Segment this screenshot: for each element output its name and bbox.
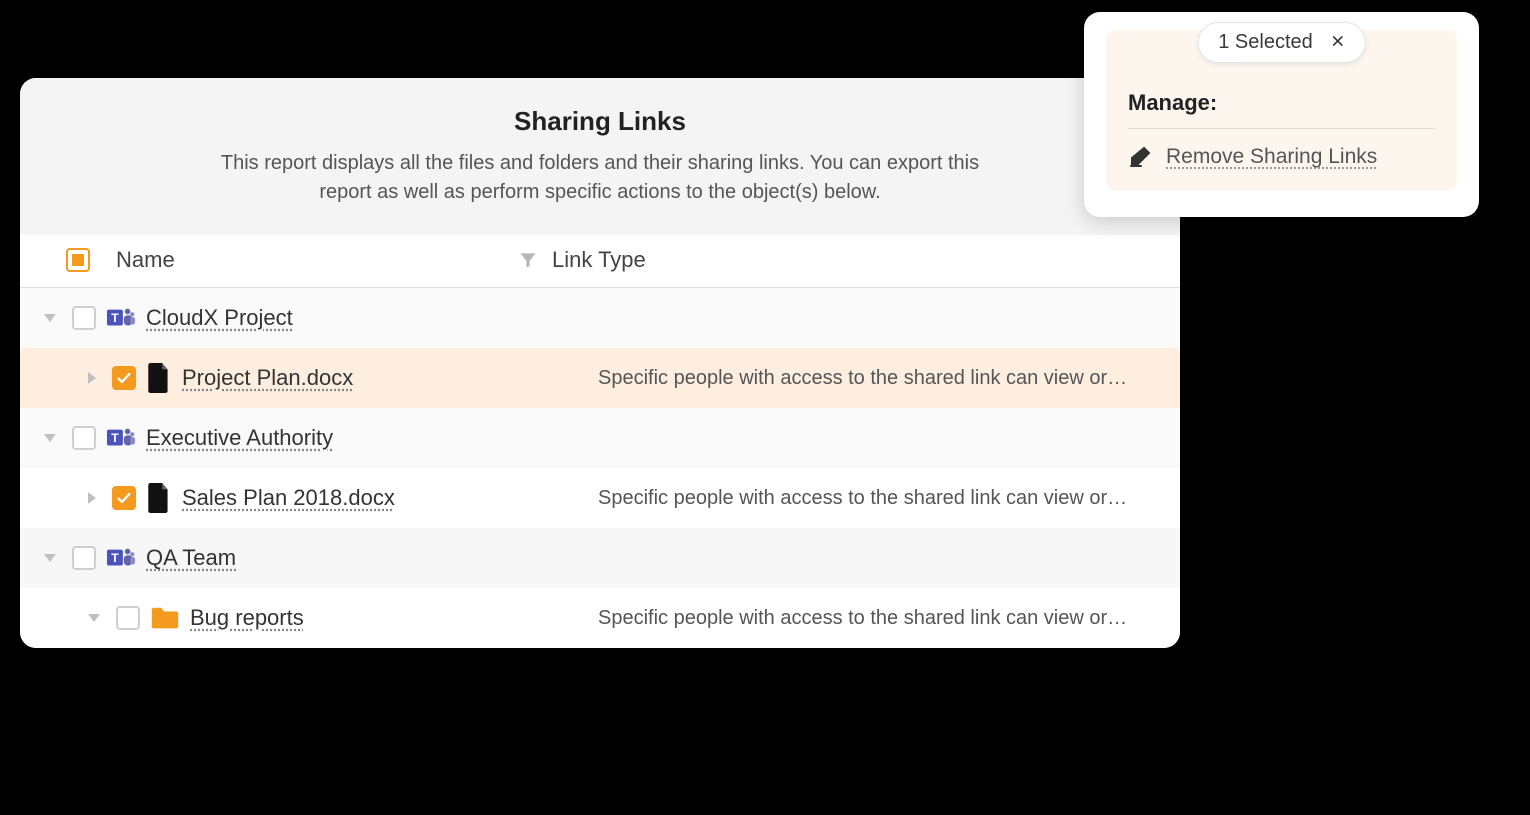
svg-text:T: T: [111, 431, 119, 445]
selection-count: 1 Selected: [1218, 31, 1313, 54]
action-label: Remove Sharing Links: [1166, 145, 1377, 169]
expand-toggle-icon[interactable]: [88, 492, 96, 504]
svg-text:T: T: [111, 551, 119, 565]
item-row-project-plan[interactable]: Project Plan.docx Specific people with a…: [20, 348, 1180, 408]
teams-icon: T: [106, 303, 136, 333]
group-row-cloudx-project[interactable]: T CloudX Project: [20, 288, 1180, 348]
item-name[interactable]: Sales Plan 2018.docx: [182, 485, 395, 511]
action-remove-sharing-links[interactable]: Remove Sharing Links: [1128, 145, 1435, 169]
select-all-checkbox[interactable]: [66, 248, 90, 272]
close-icon: [1331, 34, 1345, 48]
group-row-qa-team[interactable]: T QA Team: [20, 528, 1180, 588]
checkmark-icon: [116, 490, 132, 506]
item-name[interactable]: Executive Authority: [146, 425, 333, 451]
document-icon: [146, 483, 172, 513]
item-row-bug-reports[interactable]: Bug reports Specific people with access …: [20, 588, 1180, 648]
row-checkbox[interactable]: [72, 426, 96, 450]
teams-icon: T: [106, 423, 136, 453]
column-linktype-label[interactable]: Link Type: [552, 247, 646, 273]
group-row-executive-authority[interactable]: T Executive Authority: [20, 408, 1180, 468]
expand-toggle-icon[interactable]: [88, 372, 96, 384]
link-type-value: Specific people with access to the share…: [584, 607, 1164, 630]
item-name[interactable]: CloudX Project: [146, 305, 293, 331]
sharing-links-report: Sharing Links This report displays all t…: [20, 78, 1180, 648]
filter-icon[interactable]: [518, 250, 538, 270]
row-checkbox[interactable]: [72, 546, 96, 570]
row-checkbox[interactable]: [112, 486, 136, 510]
svg-text:T: T: [111, 311, 119, 325]
clear-selection-button[interactable]: [1331, 31, 1345, 54]
item-name[interactable]: Bug reports: [190, 605, 304, 631]
link-type-value: Specific people with access to the share…: [584, 487, 1164, 510]
manage-panel: 1 Selected Manage: Remove Sharing Links: [1084, 12, 1479, 217]
report-title: Sharing Links: [60, 106, 1140, 137]
report-header: Sharing Links This report displays all t…: [20, 78, 1180, 235]
item-row-sales-plan[interactable]: Sales Plan 2018.docx Specific people wit…: [20, 468, 1180, 528]
manage-inner: 1 Selected Manage: Remove Sharing Links: [1106, 30, 1457, 191]
checkmark-icon: [116, 370, 132, 386]
column-header-row: Name Link Type: [20, 235, 1180, 288]
teams-icon: T: [106, 543, 136, 573]
item-name[interactable]: QA Team: [146, 545, 236, 571]
column-name-label[interactable]: Name: [116, 247, 175, 273]
expand-toggle-icon[interactable]: [88, 614, 100, 622]
document-icon: [146, 363, 172, 393]
row-checkbox[interactable]: [112, 366, 136, 390]
rows-container: T CloudX Project: [20, 288, 1180, 648]
folder-icon: [150, 605, 180, 631]
expand-toggle-icon[interactable]: [44, 314, 56, 322]
eraser-icon: [1128, 145, 1152, 169]
row-checkbox[interactable]: [116, 606, 140, 630]
expand-toggle-icon[interactable]: [44, 434, 56, 442]
report-description: This report displays all the files and f…: [200, 149, 1000, 207]
item-name[interactable]: Project Plan.docx: [182, 365, 353, 391]
selection-pill: 1 Selected: [1197, 22, 1366, 63]
expand-toggle-icon[interactable]: [44, 554, 56, 562]
manage-heading: Manage:: [1128, 90, 1435, 129]
indeterminate-mark-icon: [72, 254, 84, 266]
row-checkbox[interactable]: [72, 306, 96, 330]
link-type-value: Specific people with access to the share…: [584, 367, 1164, 390]
